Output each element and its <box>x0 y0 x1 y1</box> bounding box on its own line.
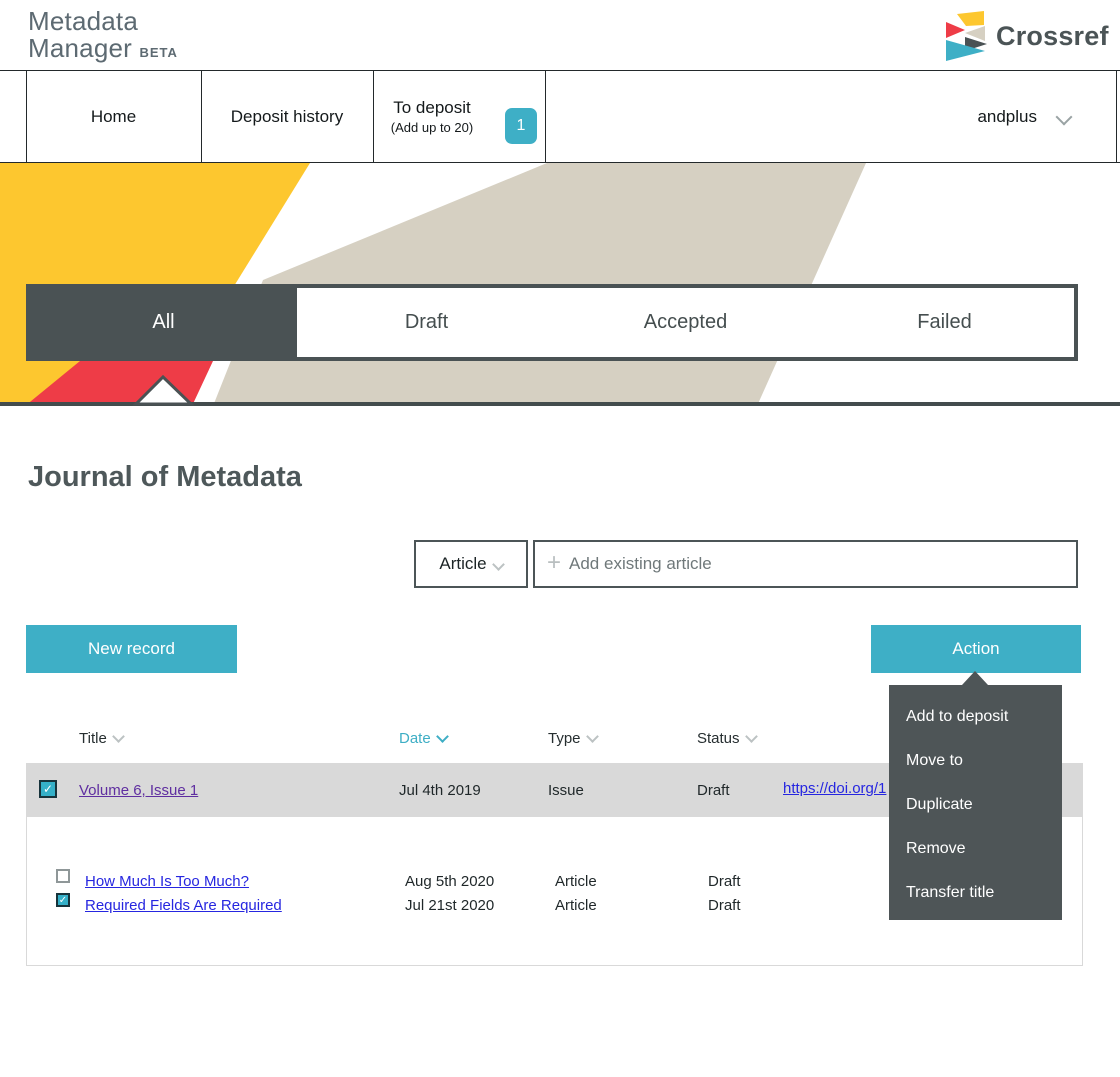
plus-icon: + <box>547 549 561 577</box>
hero-banner: All Draft Accepted Failed <box>0 163 1120 406</box>
column-header-type[interactable]: Type <box>548 730 597 747</box>
new-record-button[interactable]: New record <box>26 625 237 673</box>
record-status: Draft <box>697 782 730 799</box>
check-icon: ✓ <box>59 895 67 906</box>
app-logo: Metadata Manager BETA <box>28 8 178 66</box>
user-menu[interactable]: andplus <box>977 71 1070 162</box>
record-type: Issue <box>548 782 584 799</box>
row-checkbox[interactable]: ✓ <box>56 869 70 883</box>
row-checkbox[interactable]: ✓ <box>56 893 70 907</box>
check-icon: ✓ <box>59 871 67 882</box>
beta-label: BETA <box>139 45 177 60</box>
app-logo-line1: Metadata <box>28 8 178 35</box>
column-header-status[interactable]: Status <box>697 730 756 747</box>
check-icon: ✓ <box>43 782 53 796</box>
article-type-select[interactable]: Article <box>414 540 528 588</box>
to-deposit-limit: (Add up to 20) <box>391 120 473 135</box>
record-link[interactable]: How Much Is Too Much? <box>85 873 249 890</box>
record-type: Article <box>555 873 597 890</box>
nav-item-deposit-history[interactable]: Deposit history <box>201 71 373 162</box>
tab-all[interactable]: All <box>30 288 297 357</box>
doi-link[interactable]: https://doi.org/1 <box>783 780 886 797</box>
tab-failed[interactable]: Failed <box>815 288 1074 357</box>
record-date: Jul 21st 2020 <box>405 897 494 914</box>
column-header-date[interactable]: Date <box>399 730 447 747</box>
tab-accepted[interactable]: Accepted <box>556 288 815 357</box>
crossref-wordmark: Crossref <box>996 21 1109 52</box>
row-checkbox[interactable]: ✓ <box>39 780 57 798</box>
record-date: Aug 5th 2020 <box>405 873 494 890</box>
record-type: Article <box>555 897 597 914</box>
menu-item-add-to-deposit[interactable]: Add to deposit <box>889 695 1062 739</box>
nav-item-home[interactable]: Home <box>26 71 201 162</box>
chevron-down-icon <box>492 558 505 571</box>
app-logo-line2: Manager BETA <box>28 35 178 66</box>
chevron-down-icon <box>436 730 449 743</box>
nav-divider <box>545 71 546 162</box>
record-link[interactable]: Required Fields Are Required <box>85 897 282 914</box>
chevron-down-icon <box>112 730 125 743</box>
menu-item-move-to[interactable]: Move to <box>889 739 1062 783</box>
column-header-title[interactable]: Title <box>79 730 123 747</box>
menu-item-remove[interactable]: Remove <box>889 827 1062 871</box>
to-deposit-count-badge[interactable]: 1 <box>505 108 537 144</box>
page-title: Journal of Metadata <box>28 461 302 494</box>
crossref-logo-icon <box>946 11 988 61</box>
add-existing-article-input[interactable] <box>569 554 1076 574</box>
record-date: Jul 4th 2019 <box>399 782 481 799</box>
record-status: Draft <box>708 897 741 914</box>
nav-divider <box>1116 71 1117 162</box>
chevron-down-icon <box>586 730 599 743</box>
chevron-down-icon <box>1056 108 1073 125</box>
main-nav: Home Deposit history To deposit (Add up … <box>0 70 1120 163</box>
user-name: andplus <box>977 107 1037 127</box>
action-menu-caret <box>962 671 988 685</box>
action-button[interactable]: Action <box>871 625 1081 673</box>
tab-draft[interactable]: Draft <box>297 288 556 357</box>
add-existing-article-box: + <box>533 540 1078 588</box>
record-status: Draft <box>708 873 741 890</box>
chevron-down-icon <box>745 730 758 743</box>
menu-item-duplicate[interactable]: Duplicate <box>889 783 1062 827</box>
action-menu: Add to deposit Move to Duplicate Remove … <box>889 685 1062 920</box>
metadata-manager-app: Metadata Manager BETA Crossref Home Depo… <box>0 0 1120 1077</box>
nav-item-to-deposit[interactable]: To deposit (Add up to 20) <box>373 71 491 162</box>
status-filter-tabs: All Draft Accepted Failed <box>26 284 1078 361</box>
record-link[interactable]: Volume 6, Issue 1 <box>79 782 198 799</box>
menu-item-transfer-title[interactable]: Transfer title <box>889 871 1062 915</box>
app-header: Metadata Manager BETA Crossref <box>0 0 1120 70</box>
